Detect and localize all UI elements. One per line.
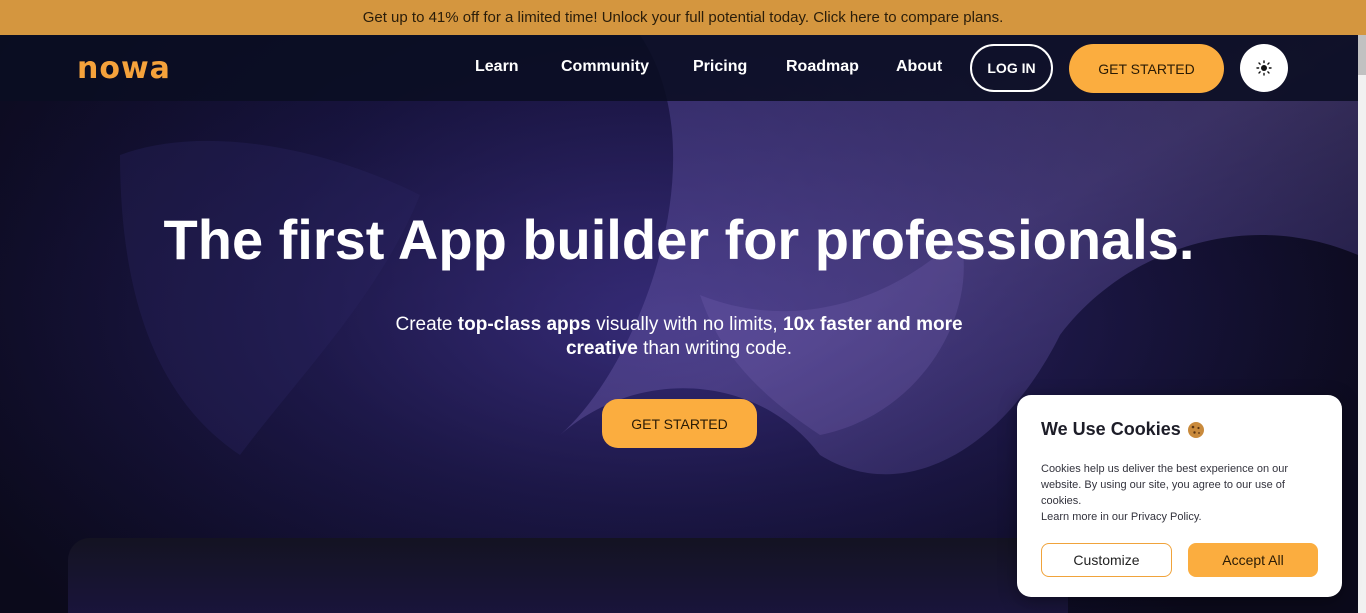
nowa-logo[interactable]: nowa bbox=[77, 51, 171, 86]
cookie-body: Cookies help us deliver the best experie… bbox=[1041, 461, 1321, 525]
theme-toggle-button[interactable] bbox=[1240, 44, 1288, 92]
nav-link-pricing[interactable]: Pricing bbox=[693, 58, 747, 76]
cookie-title: We Use Cookies bbox=[1041, 419, 1205, 440]
hero-subtitle-part: than writing code. bbox=[637, 338, 793, 359]
hero-subtitle-bold: top-class apps bbox=[457, 314, 591, 335]
nav-link-roadmap[interactable]: Roadmap bbox=[786, 58, 859, 76]
accept-all-button[interactable]: Accept All bbox=[1188, 543, 1318, 577]
hero-subtitle-part: Create bbox=[395, 314, 458, 335]
accept-all-button-label: Accept All bbox=[1222, 552, 1284, 568]
cookie-title-text: We Use Cookies bbox=[1041, 419, 1181, 439]
privacy-policy-link[interactable]: Learn more in our Privacy Policy. bbox=[1041, 509, 1321, 525]
promo-banner[interactable]: Get up to 41% off for a limited time! Un… bbox=[0, 0, 1366, 35]
hero-subtitle: Create top-class apps visually with no l… bbox=[380, 313, 978, 361]
nav-get-started-label: GET STARTED bbox=[1098, 60, 1195, 77]
nav-link-community[interactable]: Community bbox=[561, 58, 649, 76]
hero-get-started-label: GET STARTED bbox=[631, 415, 728, 432]
scrollbar-track[interactable] bbox=[1358, 35, 1366, 613]
login-button-label: LOG IN bbox=[987, 60, 1036, 76]
cookie-icon bbox=[1187, 421, 1204, 438]
sun-icon bbox=[1256, 60, 1272, 76]
hero-get-started-button[interactable]: GET STARTED bbox=[602, 399, 757, 448]
promo-banner-text[interactable]: Get up to 41% off for a limited time! Un… bbox=[363, 9, 1004, 26]
nav-link-about[interactable]: About bbox=[896, 58, 942, 76]
hero-title: The first App builder for professionals. bbox=[163, 208, 1195, 271]
customize-button-label: Customize bbox=[1073, 552, 1140, 568]
cookie-body-text: Cookies help us deliver the best experie… bbox=[1041, 463, 1289, 507]
nav-link-learn[interactable]: Learn bbox=[475, 58, 519, 76]
nav-get-started-button[interactable]: GET STARTED bbox=[1069, 44, 1224, 93]
login-button[interactable]: LOG IN bbox=[970, 44, 1053, 92]
app-preview-card bbox=[68, 538, 1068, 613]
top-nav: nowa Learn Community Pricing Roadmap Abo… bbox=[0, 35, 1358, 101]
page: Get up to 41% off for a limited time! Un… bbox=[0, 0, 1366, 613]
customize-button[interactable]: Customize bbox=[1041, 543, 1172, 577]
cookie-consent-popup: We Use Cookies Cookies help us deliver t… bbox=[1017, 395, 1342, 597]
hero-subtitle-part: visually with no limits, bbox=[590, 314, 783, 335]
scrollbar-thumb[interactable] bbox=[1358, 35, 1366, 75]
